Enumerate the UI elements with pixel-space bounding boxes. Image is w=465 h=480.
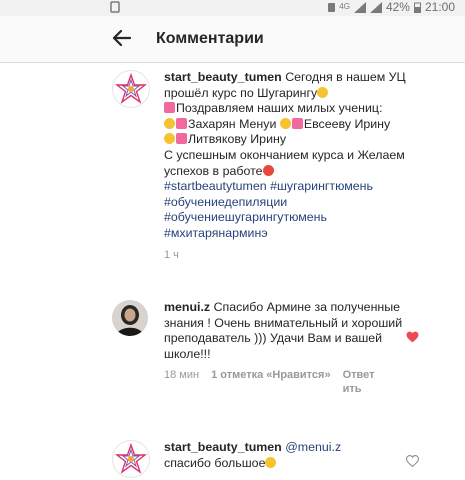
face-emoji-icon	[164, 117, 175, 129]
comment-text: С успешным окончанием курса и Желаем усп…	[164, 147, 405, 178]
like-heart-outline-icon[interactable]	[405, 454, 420, 472]
hashtag-link[interactable]: #шугарингтюмень	[270, 179, 373, 193]
battery-level: 42%	[385, 0, 410, 14]
comment-text: Поздравляем наших милых учениц:	[176, 101, 383, 116]
hashtag-link[interactable]: #startbeautytumen	[164, 179, 267, 193]
bouquet-emoji-icon	[164, 102, 175, 114]
username[interactable]: start_beauty_tumen	[164, 440, 282, 454]
comment-body: start_beauty_tumen @menui.z спасибо боль…	[164, 440, 414, 471]
comment-meta: 18 мин 1 отметка «Нравится» Ответить	[164, 368, 414, 396]
salon-logo-icon	[114, 442, 148, 474]
status-bar: 4G 42% 21:00	[0, 0, 465, 16]
face-emoji-icon	[279, 117, 291, 129]
comment-text: Литвякову Ирину	[188, 132, 287, 147]
heart-emoji-icon	[176, 117, 187, 129]
comment-text: Захарян Менуи	[188, 116, 280, 131]
back-arrow-icon[interactable]	[110, 27, 132, 54]
comment-time: 18 мин	[164, 369, 200, 382]
username[interactable]: menui.z	[164, 300, 210, 314]
avatar[interactable]	[112, 440, 150, 478]
reply-button[interactable]: Ответить	[343, 368, 379, 396]
header-bar: Комментарии	[0, 16, 465, 63]
face-emoji-icon	[164, 133, 175, 145]
clock: 21:00	[424, 0, 455, 14]
mention-link[interactable]: @menui.z	[285, 440, 341, 454]
sim-icon	[328, 2, 336, 12]
hashtag-link[interactable]: #обучениешугарингутюмень	[164, 210, 327, 224]
heart-emoji-icon	[176, 133, 187, 145]
likes-count-link[interactable]: 1 отметка «Нравится»	[211, 369, 331, 381]
avatar[interactable]	[112, 300, 148, 336]
muscle-emoji-icon	[317, 86, 329, 98]
like-heart-icon[interactable]	[406, 330, 419, 348]
avatar[interactable]	[112, 70, 150, 108]
user-photo-icon	[112, 300, 148, 336]
heart-emoji-icon	[291, 117, 303, 129]
network-icon: 4G	[339, 2, 350, 11]
caption-comment: start_beauty_tumen Сегодня в нашем УЦ пр…	[112, 70, 437, 280]
comment-text: Евсееву Ирину	[303, 116, 391, 131]
comment-time: 1 ч	[164, 248, 179, 261]
smile-emoji-icon	[265, 456, 277, 468]
signal-icon-2	[369, 1, 382, 13]
comment-meta: 1 ч	[164, 248, 414, 262]
page-title: Комментарии	[156, 30, 264, 47]
battery-icon	[413, 2, 421, 13]
hashtag-link[interactable]: #обучениедепиляции	[164, 195, 287, 209]
comment: menui.z Спасибо Армине за полученные зна…	[112, 300, 437, 430]
comment-text: спасибо большое	[164, 455, 266, 470]
comment-body: menui.z Спасибо Армине за полученные зна…	[164, 300, 414, 396]
notification-icon	[110, 1, 120, 13]
gift-emoji-icon	[262, 164, 274, 176]
salon-logo-icon	[114, 72, 148, 104]
hashtag-link[interactable]: #мхитарянарминэ	[164, 226, 268, 240]
signal-icon	[353, 1, 366, 13]
username[interactable]: start_beauty_tumen	[164, 70, 282, 84]
comment: start_beauty_tumen @menui.z спасибо боль…	[112, 440, 437, 480]
comment-body: start_beauty_tumen Сегодня в нашем УЦ пр…	[164, 70, 414, 262]
